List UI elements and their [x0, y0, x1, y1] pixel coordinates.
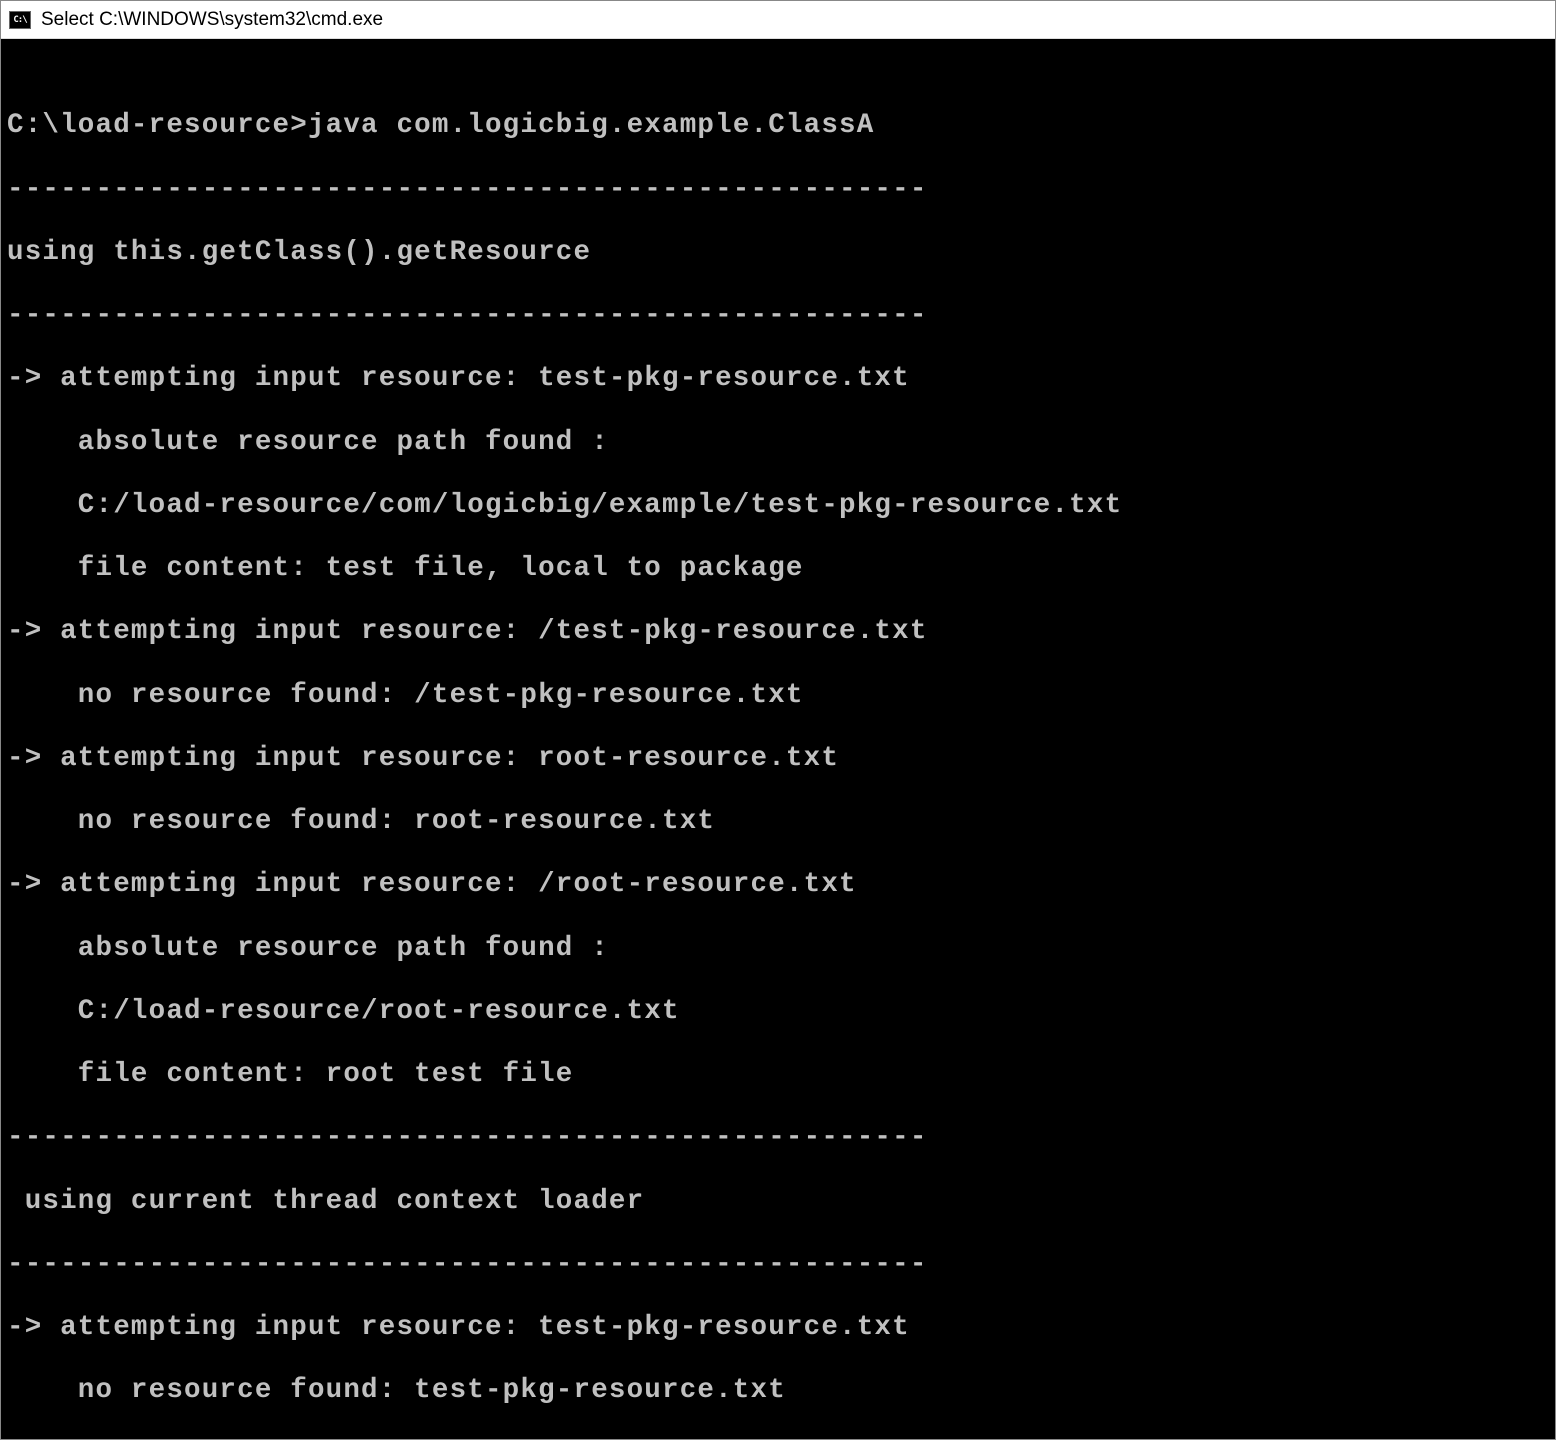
output-line: -> attempting input resource: test-pkg-r… — [7, 1312, 1549, 1344]
terminal-output[interactable]: C:\load-resource>java com.logicbig.examp… — [1, 39, 1555, 1439]
output-line: no resource found: root-resource.txt — [7, 806, 1549, 838]
output-line: -> attempting input resource: /root-reso… — [7, 869, 1549, 901]
prompt-line: C:\load-resource>java com.logicbig.examp… — [7, 110, 1549, 142]
output-line: C:/load-resource/root-resource.txt — [7, 996, 1549, 1028]
separator: ----------------------------------------… — [7, 1122, 1549, 1154]
section-header: using current thread context loader — [7, 1186, 1549, 1218]
output-line: -> attempting input resource: root-resou… — [7, 743, 1549, 775]
command: java com.logicbig.example.ClassA — [308, 110, 875, 141]
output-line: file content: test file, local to packag… — [7, 553, 1549, 585]
cmd-icon: C:\ — [9, 11, 31, 29]
prompt: C:\load-resource> — [7, 110, 308, 141]
output-line: absolute resource path found : — [7, 933, 1549, 965]
output-line: -> attempting input resource: test-pkg-r… — [7, 363, 1549, 395]
output-line: C:/load-resource/com/logicbig/example/te… — [7, 490, 1549, 522]
titlebar[interactable]: C:\ Select C:\WINDOWS\system32\cmd.exe — [1, 1, 1555, 39]
separator: ----------------------------------------… — [7, 1249, 1549, 1281]
output-line: absolute resource path found : — [7, 427, 1549, 459]
output-line: no resource found: test-pkg-resource.txt — [7, 1375, 1549, 1407]
output-line: -> attempting input resource: /test-pkg-… — [7, 1439, 1549, 1440]
separator: ----------------------------------------… — [7, 174, 1549, 206]
output-line: no resource found: /test-pkg-resource.tx… — [7, 680, 1549, 712]
window-title: Select C:\WINDOWS\system32\cmd.exe — [41, 9, 383, 31]
separator: ----------------------------------------… — [7, 300, 1549, 332]
output-line: -> attempting input resource: /test-pkg-… — [7, 616, 1549, 648]
section-header: using this.getClass().getResource — [7, 237, 1549, 269]
cmd-window: C:\ Select C:\WINDOWS\system32\cmd.exe C… — [0, 0, 1556, 1440]
output-line: file content: root test file — [7, 1059, 1549, 1091]
